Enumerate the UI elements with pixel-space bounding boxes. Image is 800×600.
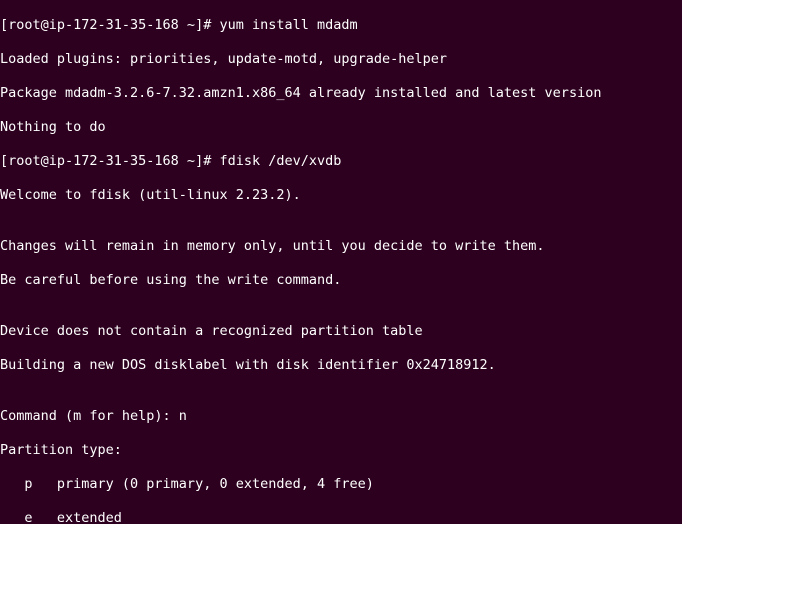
terminal-line: Device does not contain a recognized par… [0, 323, 682, 340]
terminal-line: Building a new DOS disklabel with disk i… [0, 357, 682, 374]
terminal-line: Welcome to fdisk (util-linux 2.23.2). [0, 187, 682, 204]
command-input: fdisk /dev/xvdb [219, 153, 341, 169]
command-input: yum install mdadm [219, 17, 357, 33]
terminal-line: Partition type: [0, 442, 682, 459]
terminal-line: Loaded plugins: priorities, update-motd,… [0, 51, 682, 68]
terminal-line: Changes will remain in memory only, unti… [0, 238, 682, 255]
terminal-line: Be careful before using the write comman… [0, 272, 682, 289]
terminal-line: e extended [0, 510, 682, 524]
terminal-line: [root@ip-172-31-35-168 ~]# fdisk /dev/xv… [0, 153, 682, 170]
terminal-line: [root@ip-172-31-35-168 ~]# yum install m… [0, 17, 682, 34]
terminal-line: Nothing to do [0, 119, 682, 136]
prompt: [root@ip-172-31-35-168 ~]# [0, 153, 219, 169]
terminal-line: p primary (0 primary, 0 extended, 4 free… [0, 476, 682, 493]
terminal-line: Command (m for help): n [0, 408, 682, 425]
terminal-line: Package mdadm-3.2.6-7.32.amzn1.x86_64 al… [0, 85, 682, 102]
prompt: [root@ip-172-31-35-168 ~]# [0, 17, 219, 33]
terminal-window[interactable]: [root@ip-172-31-35-168 ~]# yum install m… [0, 0, 682, 524]
